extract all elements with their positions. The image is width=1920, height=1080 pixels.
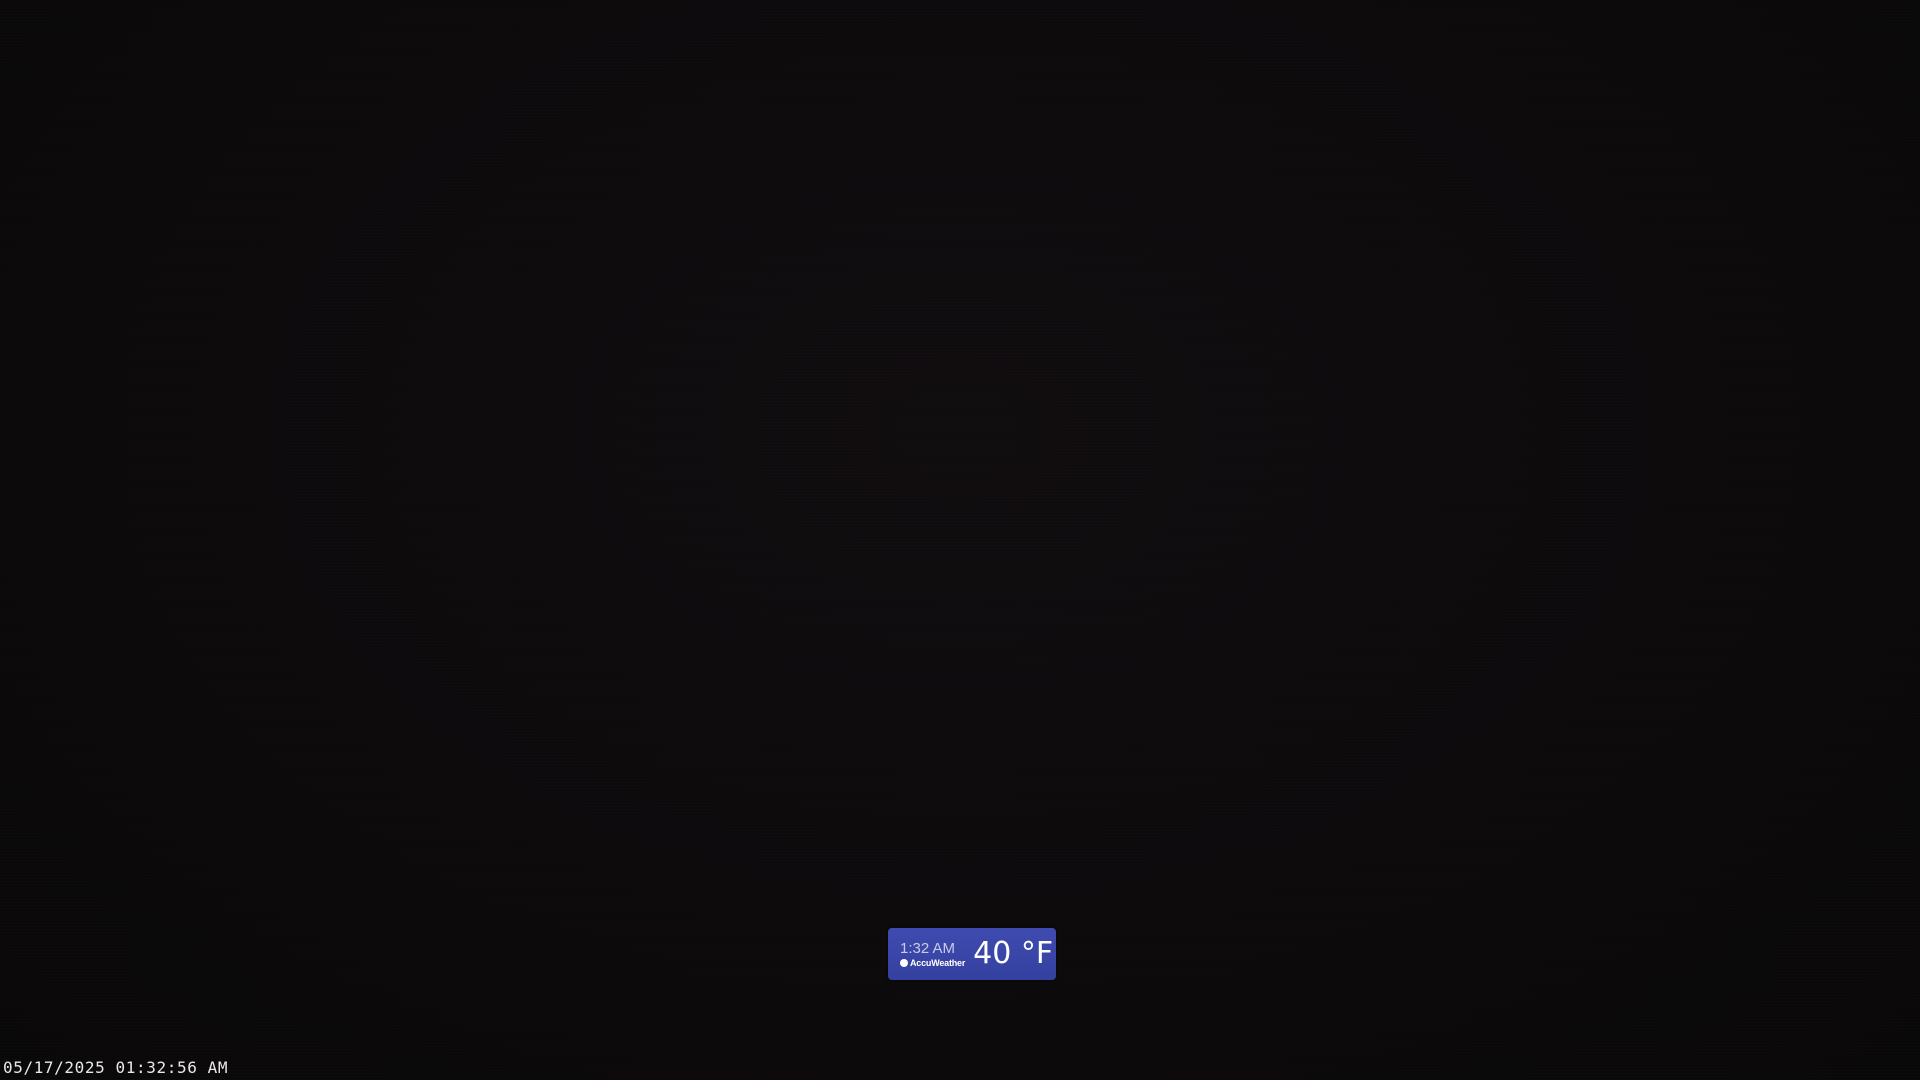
video-noise	[0, 0, 1920, 1080]
weather-time: 1:32 AM	[900, 939, 956, 957]
weather-badge-info: 1:32 AM AccuWeather	[900, 940, 965, 969]
camera-feed: 1:32 AM AccuWeather 40 °F 05/17/2025 01:…	[0, 0, 1920, 1080]
camera-timestamp: 05/17/2025 01:32:56 AM	[3, 1058, 229, 1077]
brand-name: AccuWeather	[910, 957, 966, 968]
weather-brand: AccuWeather	[900, 957, 965, 969]
weather-badge: 1:32 AM AccuWeather 40 °F	[888, 928, 1056, 980]
weather-temperature: 40 °F	[973, 936, 1054, 971]
accuweather-logo-icon	[900, 958, 908, 967]
